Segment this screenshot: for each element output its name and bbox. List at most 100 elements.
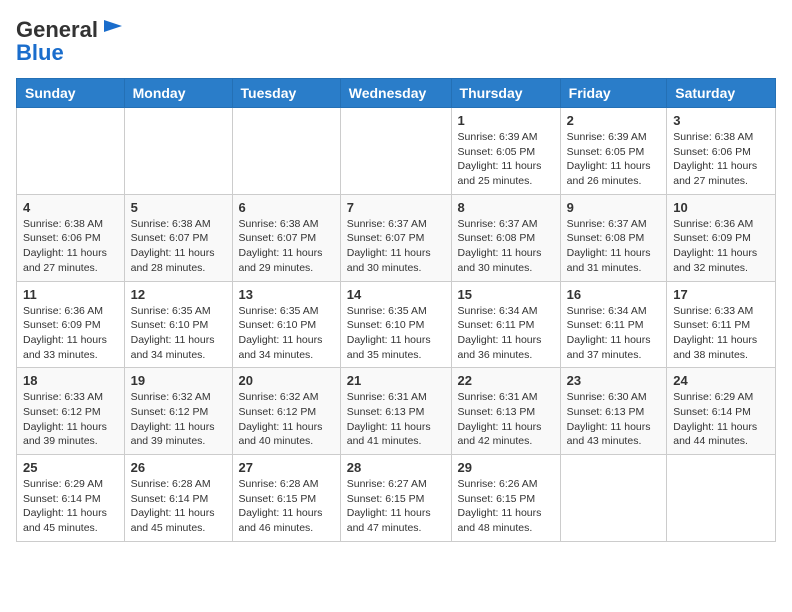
day-content: Sunrise: 6:33 AM Sunset: 6:12 PM Dayligh… bbox=[23, 390, 118, 449]
day-number: 7 bbox=[347, 200, 445, 215]
calendar-week-row: 18 Sunrise: 6:33 AM Sunset: 6:12 PM Dayli… bbox=[17, 368, 776, 455]
day-number: 29 bbox=[458, 460, 554, 475]
calendar-cell: 28 Sunrise: 6:27 AM Sunset: 6:15 PM Dayli… bbox=[340, 455, 451, 542]
calendar-week-row: 1Sunrise: 6:39 AM Sunset: 6:05 PM Daylig… bbox=[17, 108, 776, 195]
calendar-header-row: SundayMondayTuesdayWednesdayThursdayFrid… bbox=[17, 79, 776, 108]
calendar-cell: 25 Sunrise: 6:29 AM Sunset: 6:14 PM Dayli… bbox=[17, 455, 125, 542]
day-content: Sunrise: 6:29 AM Sunset: 6:14 PM Dayligh… bbox=[23, 477, 118, 536]
day-content: Sunrise: 6:38 AM Sunset: 6:07 PM Dayligh… bbox=[131, 217, 226, 276]
calendar-cell: 29Sunrise: 6:26 AM Sunset: 6:15 PM Dayli… bbox=[451, 455, 560, 542]
calendar-cell: 16 Sunrise: 6:34 AM Sunset: 6:11 PM Dayli… bbox=[560, 281, 667, 368]
day-number: 15 bbox=[458, 287, 554, 302]
day-number: 11 bbox=[23, 287, 118, 302]
day-content: Sunrise: 6:34 AM Sunset: 6:11 PM Dayligh… bbox=[458, 304, 554, 363]
calendar-cell bbox=[124, 108, 232, 195]
day-content: Sunrise: 6:39 AM Sunset: 6:05 PM Dayligh… bbox=[567, 130, 661, 189]
day-content: Sunrise: 6:28 AM Sunset: 6:15 PM Dayligh… bbox=[239, 477, 334, 536]
calendar-cell: 4 Sunrise: 6:38 AM Sunset: 6:06 PM Daylig… bbox=[17, 194, 125, 281]
calendar-cell: 3 Sunrise: 6:38 AM Sunset: 6:06 PM Daylig… bbox=[667, 108, 776, 195]
calendar-week-row: 4 Sunrise: 6:38 AM Sunset: 6:06 PM Daylig… bbox=[17, 194, 776, 281]
page-header: General Blue bbox=[16, 16, 776, 66]
calendar-cell: 1Sunrise: 6:39 AM Sunset: 6:05 PM Daylig… bbox=[451, 108, 560, 195]
day-number: 28 bbox=[347, 460, 445, 475]
calendar-cell: 11 Sunrise: 6:36 AM Sunset: 6:09 PM Dayli… bbox=[17, 281, 125, 368]
day-number: 2 bbox=[567, 113, 661, 128]
day-content: Sunrise: 6:31 AM Sunset: 6:13 PM Dayligh… bbox=[347, 390, 445, 449]
calendar-cell bbox=[340, 108, 451, 195]
day-number: 23 bbox=[567, 373, 661, 388]
day-number: 22 bbox=[458, 373, 554, 388]
day-of-week-header: Monday bbox=[124, 79, 232, 108]
calendar-cell: 7Sunrise: 6:37 AM Sunset: 6:07 PM Daylig… bbox=[340, 194, 451, 281]
calendar-cell bbox=[17, 108, 125, 195]
day-content: Sunrise: 6:34 AM Sunset: 6:11 PM Dayligh… bbox=[567, 304, 661, 363]
logo-flag-icon bbox=[100, 16, 128, 44]
day-of-week-header: Tuesday bbox=[232, 79, 340, 108]
calendar-cell: 6 Sunrise: 6:38 AM Sunset: 6:07 PM Daylig… bbox=[232, 194, 340, 281]
calendar-week-row: 11 Sunrise: 6:36 AM Sunset: 6:09 PM Dayli… bbox=[17, 281, 776, 368]
day-number: 26 bbox=[131, 460, 226, 475]
day-content: Sunrise: 6:35 AM Sunset: 6:10 PM Dayligh… bbox=[239, 304, 334, 363]
day-content: Sunrise: 6:38 AM Sunset: 6:06 PM Dayligh… bbox=[673, 130, 769, 189]
calendar-cell: 10 Sunrise: 6:36 AM Sunset: 6:09 PM Dayli… bbox=[667, 194, 776, 281]
day-content: Sunrise: 6:38 AM Sunset: 6:07 PM Dayligh… bbox=[239, 217, 334, 276]
calendar-cell: 18 Sunrise: 6:33 AM Sunset: 6:12 PM Dayli… bbox=[17, 368, 125, 455]
day-content: Sunrise: 6:35 AM Sunset: 6:10 PM Dayligh… bbox=[131, 304, 226, 363]
day-number: 24 bbox=[673, 373, 769, 388]
calendar-cell: 9 Sunrise: 6:37 AM Sunset: 6:08 PM Daylig… bbox=[560, 194, 667, 281]
day-content: Sunrise: 6:28 AM Sunset: 6:14 PM Dayligh… bbox=[131, 477, 226, 536]
day-content: Sunrise: 6:36 AM Sunset: 6:09 PM Dayligh… bbox=[23, 304, 118, 363]
day-of-week-header: Thursday bbox=[451, 79, 560, 108]
calendar-cell: 17 Sunrise: 6:33 AM Sunset: 6:11 PM Dayli… bbox=[667, 281, 776, 368]
day-number: 12 bbox=[131, 287, 226, 302]
day-number: 16 bbox=[567, 287, 661, 302]
day-number: 19 bbox=[131, 373, 226, 388]
calendar-cell: 12 Sunrise: 6:35 AM Sunset: 6:10 PM Dayli… bbox=[124, 281, 232, 368]
day-of-week-header: Friday bbox=[560, 79, 667, 108]
calendar-cell: 21 Sunrise: 6:31 AM Sunset: 6:13 PM Dayli… bbox=[340, 368, 451, 455]
calendar-cell: 24 Sunrise: 6:29 AM Sunset: 6:14 PM Dayli… bbox=[667, 368, 776, 455]
day-content: Sunrise: 6:36 AM Sunset: 6:09 PM Dayligh… bbox=[673, 217, 769, 276]
day-number: 25 bbox=[23, 460, 118, 475]
day-content: Sunrise: 6:30 AM Sunset: 6:13 PM Dayligh… bbox=[567, 390, 661, 449]
day-number: 18 bbox=[23, 373, 118, 388]
calendar-cell: 14Sunrise: 6:35 AM Sunset: 6:10 PM Dayli… bbox=[340, 281, 451, 368]
day-content: Sunrise: 6:38 AM Sunset: 6:06 PM Dayligh… bbox=[23, 217, 118, 276]
day-number: 4 bbox=[23, 200, 118, 215]
calendar-week-row: 25 Sunrise: 6:29 AM Sunset: 6:14 PM Dayli… bbox=[17, 455, 776, 542]
calendar-cell: 15 Sunrise: 6:34 AM Sunset: 6:11 PM Dayli… bbox=[451, 281, 560, 368]
day-of-week-header: Saturday bbox=[667, 79, 776, 108]
day-content: Sunrise: 6:27 AM Sunset: 6:15 PM Dayligh… bbox=[347, 477, 445, 536]
day-number: 20 bbox=[239, 373, 334, 388]
day-number: 27 bbox=[239, 460, 334, 475]
day-number: 3 bbox=[673, 113, 769, 128]
day-content: Sunrise: 6:31 AM Sunset: 6:13 PM Dayligh… bbox=[458, 390, 554, 449]
calendar-cell: 8Sunrise: 6:37 AM Sunset: 6:08 PM Daylig… bbox=[451, 194, 560, 281]
day-number: 6 bbox=[239, 200, 334, 215]
calendar-table: SundayMondayTuesdayWednesdayThursdayFrid… bbox=[16, 78, 776, 542]
calendar-cell: 19 Sunrise: 6:32 AM Sunset: 6:12 PM Dayli… bbox=[124, 368, 232, 455]
logo: General Blue bbox=[16, 16, 128, 66]
day-number: 10 bbox=[673, 200, 769, 215]
day-content: Sunrise: 6:32 AM Sunset: 6:12 PM Dayligh… bbox=[131, 390, 226, 449]
day-number: 9 bbox=[567, 200, 661, 215]
calendar-cell: 20 Sunrise: 6:32 AM Sunset: 6:12 PM Dayli… bbox=[232, 368, 340, 455]
day-content: Sunrise: 6:29 AM Sunset: 6:14 PM Dayligh… bbox=[673, 390, 769, 449]
calendar-cell bbox=[560, 455, 667, 542]
calendar-cell bbox=[667, 455, 776, 542]
day-content: Sunrise: 6:37 AM Sunset: 6:08 PM Dayligh… bbox=[458, 217, 554, 276]
day-number: 17 bbox=[673, 287, 769, 302]
day-number: 5 bbox=[131, 200, 226, 215]
day-of-week-header: Sunday bbox=[17, 79, 125, 108]
day-content: Sunrise: 6:35 AM Sunset: 6:10 PM Dayligh… bbox=[347, 304, 445, 363]
day-of-week-header: Wednesday bbox=[340, 79, 451, 108]
day-content: Sunrise: 6:37 AM Sunset: 6:08 PM Dayligh… bbox=[567, 217, 661, 276]
day-content: Sunrise: 6:32 AM Sunset: 6:12 PM Dayligh… bbox=[239, 390, 334, 449]
calendar-cell: 23 Sunrise: 6:30 AM Sunset: 6:13 PM Dayli… bbox=[560, 368, 667, 455]
day-number: 21 bbox=[347, 373, 445, 388]
calendar-cell: 13Sunrise: 6:35 AM Sunset: 6:10 PM Dayli… bbox=[232, 281, 340, 368]
calendar-cell: 5 Sunrise: 6:38 AM Sunset: 6:07 PM Daylig… bbox=[124, 194, 232, 281]
day-content: Sunrise: 6:33 AM Sunset: 6:11 PM Dayligh… bbox=[673, 304, 769, 363]
calendar-cell: 2 Sunrise: 6:39 AM Sunset: 6:05 PM Daylig… bbox=[560, 108, 667, 195]
calendar-cell: 26 Sunrise: 6:28 AM Sunset: 6:14 PM Dayli… bbox=[124, 455, 232, 542]
